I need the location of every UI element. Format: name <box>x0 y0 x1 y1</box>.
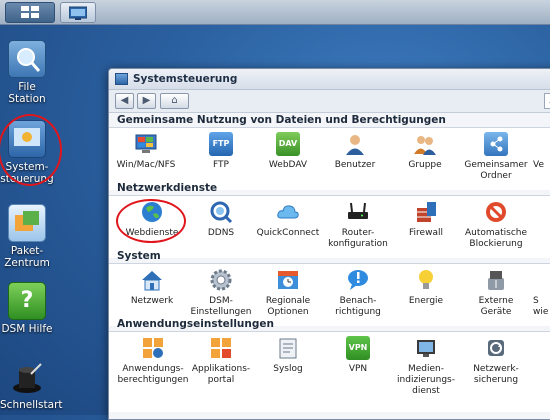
item-network[interactable]: Netzwerk <box>119 268 185 307</box>
ddns-icon <box>209 200 233 224</box>
network-backup-icon <box>484 336 508 360</box>
item-vpn[interactable]: VPN VPN <box>325 336 391 375</box>
package-center-icon <box>8 204 46 242</box>
app-portal-icon <box>209 336 233 360</box>
highlight-circle <box>116 199 186 243</box>
usb-icon <box>484 268 508 292</box>
item-network-backup[interactable]: Netzwerk- sicherung <box>463 336 529 386</box>
control-panel-content: Gemeinsame Nutzung von Dateien und Berec… <box>109 113 550 419</box>
main-menu-button[interactable] <box>5 2 55 23</box>
user-icon <box>343 132 367 156</box>
auto-block-icon <box>484 200 508 224</box>
taskbar-control-panel-button[interactable] <box>60 2 96 23</box>
item-notification[interactable]: Benach- richtigung <box>325 268 391 318</box>
item-win-mac-nfs[interactable]: Win/Mac/NFS <box>113 132 179 171</box>
vpn-icon: VPN <box>346 336 370 360</box>
search-icon[interactable]: ⌕ <box>544 93 550 109</box>
desktop-file-station[interactable]: File Station <box>0 40 54 105</box>
file-station-icon <box>8 40 46 78</box>
window-toolbar: ◀ ▶ ⌂ ⌕ <box>109 90 550 113</box>
network-house-icon <box>140 268 164 292</box>
win-mac-nfs-icon <box>134 132 158 156</box>
shared-folder-icon <box>484 132 508 156</box>
item-ftp[interactable]: FTP FTP <box>188 132 254 171</box>
clock-icon <box>276 268 300 292</box>
item-quickconnect[interactable]: QuickConnect <box>255 200 321 239</box>
grid-icon <box>21 6 39 18</box>
lightbulb-icon <box>414 268 438 292</box>
item-external-devices[interactable]: Externe Geräte <box>463 268 529 318</box>
group-icon <box>413 132 437 156</box>
item-router-config[interactable]: Router- konfiguration <box>325 200 391 250</box>
section-system: System Netzwerk DSM- Einstellungen Regio… <box>109 249 550 326</box>
control-panel-icon <box>69 6 87 20</box>
item-app-permissions[interactable]: Anwendungs- berechtigungen <box>115 336 191 386</box>
desktop-icon-label: Paket- Zentrum <box>4 245 50 269</box>
section-app-settings: Anwendungseinstellungen Anwendungs- bere… <box>109 317 550 412</box>
section-title: Gemeinsame Nutzung von Dateien und Berec… <box>109 113 550 128</box>
item-user[interactable]: Benutzer <box>322 132 388 171</box>
syslog-icon <box>276 336 300 360</box>
quick-start-icon <box>9 360 45 396</box>
app-permissions-icon <box>141 336 165 360</box>
item-truncated[interactable]: S wie <box>533 268 550 318</box>
taskbar <box>0 0 550 25</box>
desktop-quick-start[interactable]: Schnellstart <box>0 360 63 411</box>
item-energy[interactable]: Energie <box>393 268 459 307</box>
router-icon <box>346 200 370 224</box>
truncated-icon <box>533 132 550 156</box>
item-ddns[interactable]: DDNS <box>188 200 254 239</box>
item-shared-folder[interactable]: Gemeinsamer Ordner <box>463 132 529 182</box>
item-group[interactable]: Gruppe <box>392 132 458 171</box>
window-title: Systemsteuerung <box>133 73 238 85</box>
ftp-icon: FTP <box>209 132 233 156</box>
home-button[interactable]: ⌂ <box>160 93 189 109</box>
desktop-icon-label: DSM Hilfe <box>1 323 53 335</box>
desktop-icon-label: Schnellstart <box>0 399 63 411</box>
cloud-icon <box>276 200 300 224</box>
notification-icon <box>346 268 370 292</box>
item-auto-block[interactable]: Automatische Blockierung <box>463 200 529 250</box>
item-dsm-settings[interactable]: DSM- Einstellungen <box>188 268 254 318</box>
desktop-dsm-help[interactable]: ? DSM Hilfe <box>0 282 54 335</box>
item-webdav[interactable]: DAV WebDAV <box>255 132 321 171</box>
section-title: System <box>109 249 550 264</box>
control-panel-icon <box>115 73 128 85</box>
item-firewall[interactable]: Firewall <box>393 200 459 239</box>
item-media-indexing[interactable]: Medien- indizierungs- dienst <box>393 336 459 397</box>
webdav-icon: DAV <box>276 132 300 156</box>
desktop-package-center[interactable]: Paket- Zentrum <box>0 204 54 269</box>
section-file-sharing: Gemeinsame Nutzung von Dateien und Berec… <box>109 113 550 190</box>
back-button[interactable]: ◀ <box>115 93 134 109</box>
desktop-icon-label: File Station <box>8 81 46 105</box>
control-panel-window: Systemsteuerung ◀ ▶ ⌂ ⌕ Gemeinsame Nutzu… <box>108 68 550 420</box>
firewall-icon <box>414 200 438 224</box>
highlight-circle <box>0 114 62 186</box>
gear-icon <box>209 268 233 292</box>
item-regional-options[interactable]: Regionale Optionen <box>255 268 321 318</box>
section-title: Netzwerkdienste <box>109 181 550 196</box>
item-syslog[interactable]: Syslog <box>255 336 321 375</box>
media-index-icon <box>414 336 438 360</box>
section-title: Anwendungseinstellungen <box>109 317 550 332</box>
item-truncated[interactable]: Ve <box>533 132 550 171</box>
forward-button[interactable]: ▶ <box>137 93 156 109</box>
truncated-icon <box>533 268 550 292</box>
window-titlebar[interactable]: Systemsteuerung <box>109 69 550 90</box>
item-app-portal[interactable]: Applikations- portal <box>186 336 256 386</box>
help-icon: ? <box>8 282 46 320</box>
